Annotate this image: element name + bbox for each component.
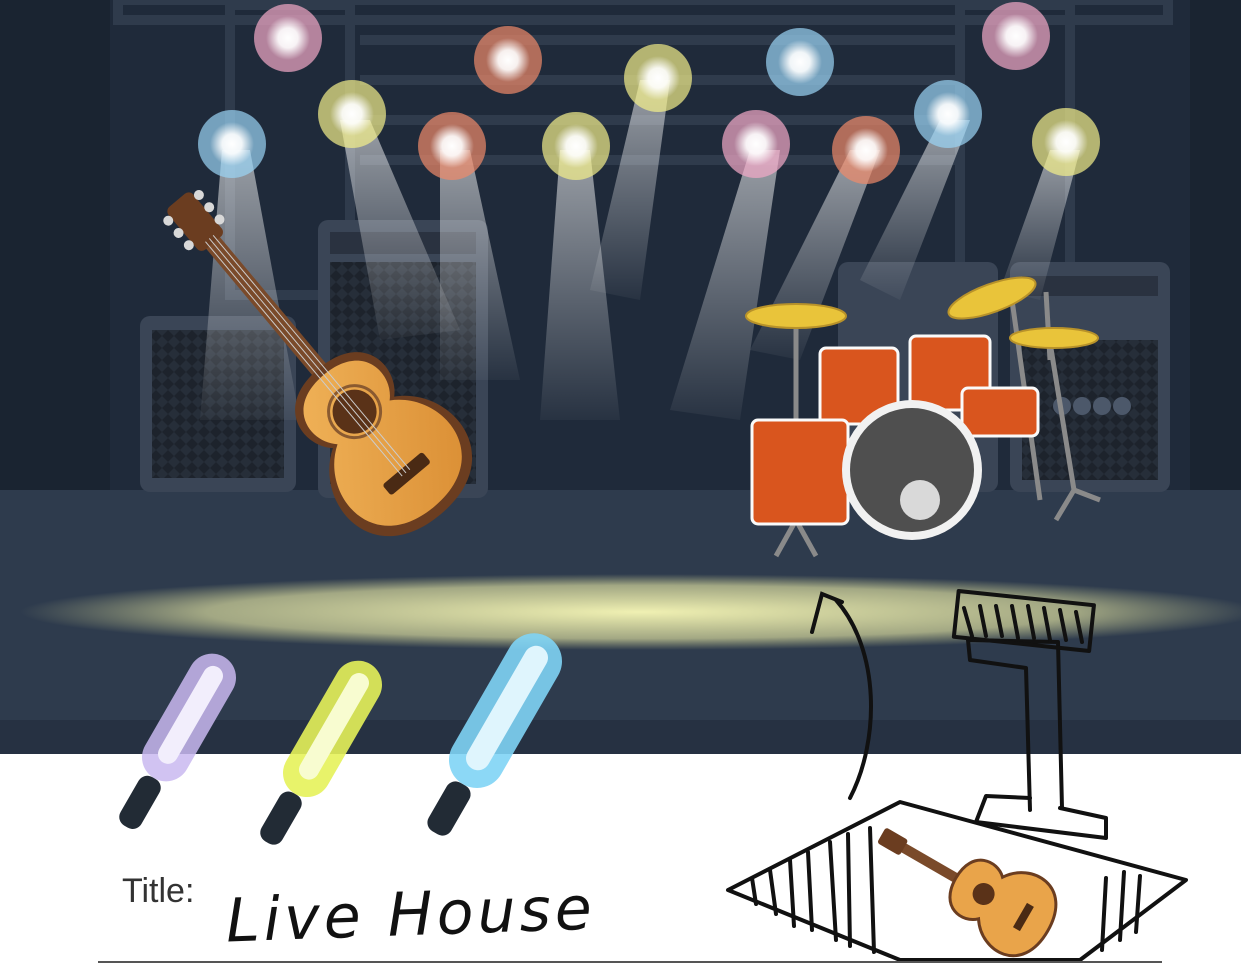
floor-spotlight xyxy=(20,574,1241,650)
spotlight-icon xyxy=(914,80,982,148)
title-label: Title: xyxy=(122,872,195,910)
spotlight-icon xyxy=(254,4,322,72)
title-underline xyxy=(98,961,1162,963)
spotlight-icon xyxy=(1032,108,1100,176)
spotlight-icon xyxy=(198,110,266,178)
illustration-canvas: Title: Live House xyxy=(0,0,1241,964)
spotlight-icon xyxy=(624,44,692,112)
spotlight-icon xyxy=(542,112,610,180)
curtain-left xyxy=(0,0,110,500)
curtain-right xyxy=(1190,0,1241,500)
spotlight-icon xyxy=(418,112,486,180)
title-value: Live House xyxy=(224,873,597,957)
spotlight-icon xyxy=(474,26,542,94)
spotlight-icon xyxy=(722,110,790,178)
guitar-icon xyxy=(878,828,1058,958)
spotlight-icon xyxy=(982,2,1050,70)
spotlight-icon xyxy=(766,28,834,96)
spotlight-icon xyxy=(832,116,900,184)
spotlight-icon xyxy=(318,80,386,148)
stage-scene xyxy=(0,0,1241,962)
